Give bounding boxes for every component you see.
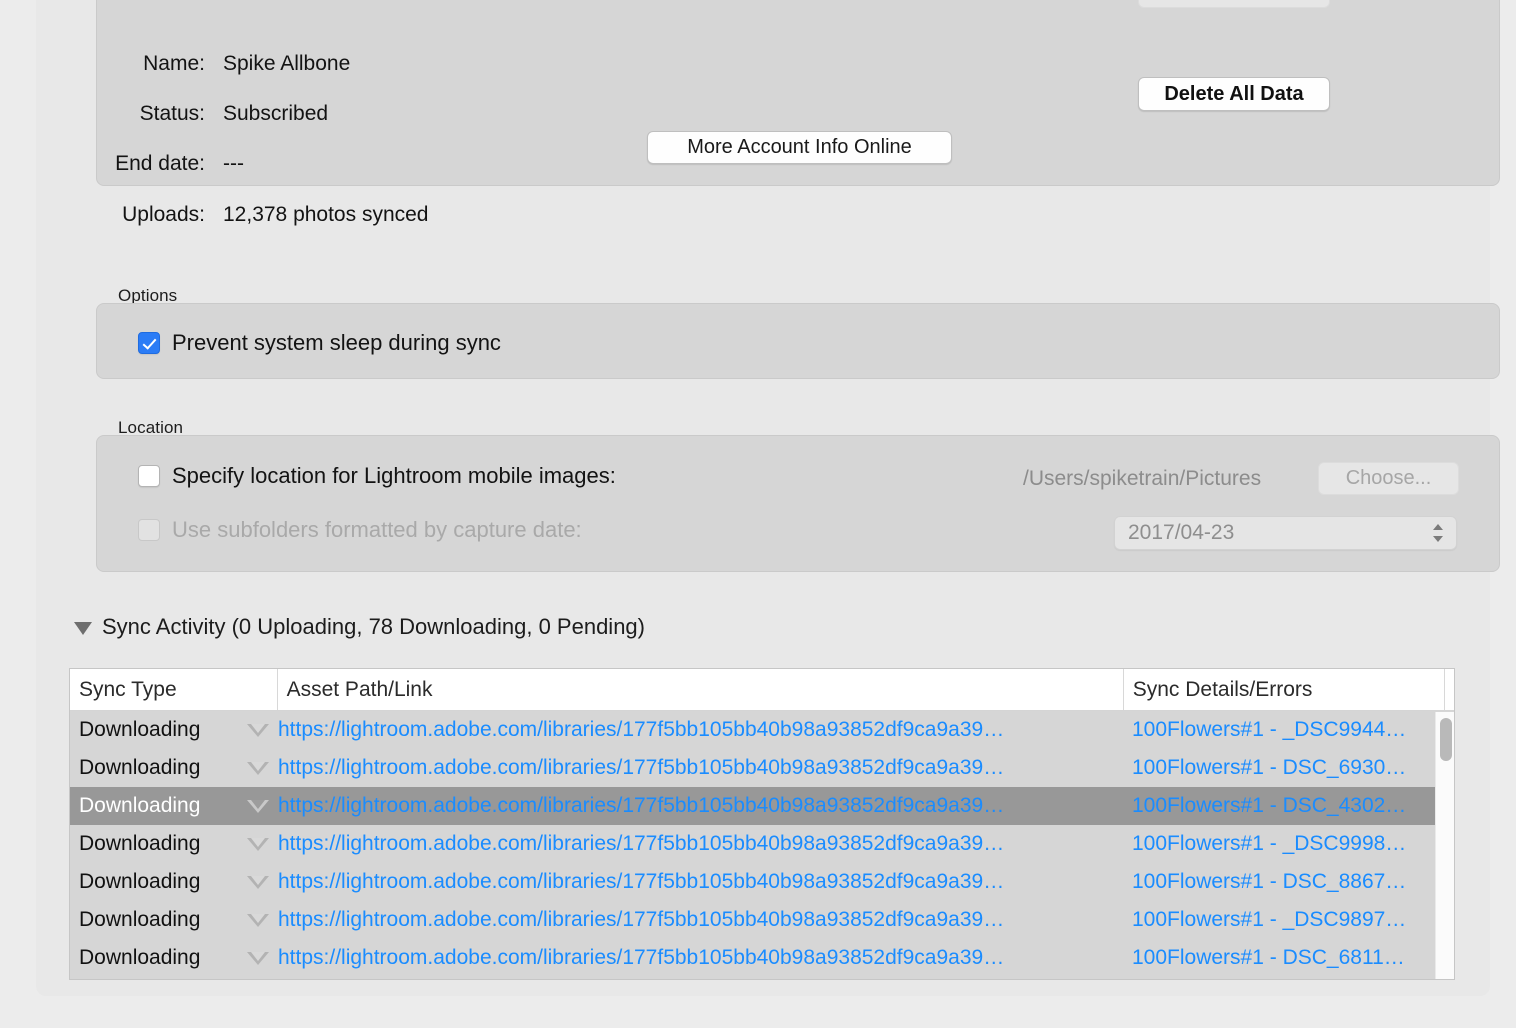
table-row[interactable]: Downloading https://lightroom.adobe.com/l… [70,863,1454,901]
cell-download-indicator [238,825,278,863]
download-triangle-icon [247,913,269,927]
disclosure-triangle-icon[interactable] [74,622,92,635]
cell-asset-link[interactable]: https://lightroom.adobe.com/libraries/17… [278,901,1126,939]
cell-sync-type: Downloading [79,756,201,779]
table-row[interactable]: Downloading https://lightroom.adobe.com/l… [70,787,1454,825]
table-row[interactable]: Downloading https://lightroom.adobe.com/l… [70,711,1454,749]
prevent-sleep-checkbox[interactable] [138,332,160,354]
status-label: Status: [139,102,205,125]
cell-download-indicator [238,787,278,825]
cell-download-indicator [238,749,278,787]
preferences-panel: Name: Spike Allbone Status: Subscribed E… [36,0,1500,996]
sync-activity-label: Sync Activity (0 Uploading, 78 Downloadi… [102,614,645,639]
cell-sync-details[interactable]: 100Flowers#1 - DSC_8867… [1126,863,1448,901]
preferences-window: Name: Spike Allbone Status: Subscribed E… [0,0,1516,1028]
cell-asset-link[interactable]: https://lightroom.adobe.com/libraries/17… [278,825,1126,863]
download-triangle-icon [247,799,269,813]
cell-sync-details[interactable]: 100Flowers#1 - _DSC9998… [1126,825,1448,863]
table-scrollbar-thumb[interactable] [1440,718,1452,761]
cell-download-indicator [238,711,278,749]
table-row[interactable]: Downloading https://lightroom.adobe.com/l… [70,901,1454,939]
column-header-end[interactable] [1445,669,1454,710]
download-triangle-icon [247,875,269,889]
stepper-arrows-icon[interactable] [1431,522,1445,544]
field-row-status: Status: Subscribed [97,101,328,127]
cell-download-indicator [238,939,278,977]
column-header-asset-path[interactable]: Asset Path/Link [278,669,1124,710]
cell-sync-type: Downloading [79,946,201,969]
end-date-label: End date: [115,152,205,175]
use-subfolders-checkbox[interactable] [138,519,160,541]
end-date-value: --- [223,152,244,175]
table-row[interactable]: Downloading https://lightroom.adobe.com/l… [70,939,1454,977]
cell-sync-type: Downloading [79,832,201,855]
cell-sync-details[interactable]: 100Flowers#1 - DSC_4302… [1126,787,1448,825]
date-format-select[interactable]: 2017/04-23 [1114,516,1457,550]
date-format-value: 2017/04-23 [1128,521,1235,544]
cell-sync-details[interactable]: 100Flowers#1 - DSC_6811… [1126,939,1448,977]
cell-asset-link[interactable]: https://lightroom.adobe.com/libraries/17… [278,863,1126,901]
field-row-name: Name: Spike Allbone [97,51,350,77]
options-group: Prevent system sleep during sync [96,303,1500,379]
download-triangle-icon [247,837,269,851]
join-button[interactable]: Join [1138,0,1330,8]
cell-sync-type: Downloading [79,718,201,741]
specify-location-checkbox[interactable] [138,465,160,487]
sync-activity-disclosure[interactable]: Sync Activity (0 Uploading, 78 Downloadi… [74,614,645,640]
name-value: Spike Allbone [223,52,351,75]
table-body: Downloading https://lightroom.adobe.com/l… [70,711,1454,977]
use-subfolders-label: Use subfolders formatted by capture date… [172,517,582,542]
cell-sync-details[interactable]: 100Flowers#1 - DSC_6930… [1126,749,1448,787]
download-triangle-icon [247,723,269,737]
column-header-spacer[interactable] [238,669,278,710]
location-group: Specify location for Lightroom mobile im… [96,435,1500,572]
cell-asset-link[interactable]: https://lightroom.adobe.com/libraries/17… [278,749,1126,787]
cell-asset-link[interactable]: https://lightroom.adobe.com/libraries/17… [278,939,1126,977]
table-header-row: Sync Type Asset Path/Link Sync Details/E… [70,669,1454,711]
prevent-sleep-row[interactable]: Prevent system sleep during sync [138,330,501,356]
location-path-value: /Users/spiketrain/Pictures [1023,467,1262,490]
choose-button[interactable]: Choose... [1318,462,1459,495]
field-row-end-date: End date: --- [97,151,244,177]
name-label: Name: [143,52,205,75]
cell-download-indicator [238,863,278,901]
table-row[interactable]: Downloading https://lightroom.adobe.com/l… [70,825,1454,863]
delete-all-data-button[interactable]: Delete All Data [1138,77,1330,111]
use-subfolders-row[interactable]: Use subfolders formatted by capture date… [138,517,582,543]
table-row[interactable]: Downloading https://lightroom.adobe.com/l… [70,749,1454,787]
cell-sync-details[interactable]: 100Flowers#1 - _DSC9897… [1126,901,1448,939]
cell-download-indicator [238,901,278,939]
column-header-sync-type[interactable]: Sync Type [70,669,238,710]
download-triangle-icon [247,951,269,965]
table-scrollbar[interactable] [1435,712,1454,979]
status-value: Subscribed [223,102,329,125]
cell-sync-type: Downloading [79,794,201,817]
cell-sync-details[interactable]: 100Flowers#1 - _DSC9944… [1126,711,1448,749]
account-group: Name: Spike Allbone Status: Subscribed E… [96,0,1500,226]
specify-location-row[interactable]: Specify location for Lightroom mobile im… [138,463,616,489]
cell-sync-type: Downloading [79,870,201,893]
cell-asset-link[interactable]: https://lightroom.adobe.com/libraries/17… [278,787,1126,825]
uploads-label: Uploads: [122,203,205,226]
prevent-sleep-label: Prevent system sleep during sync [172,330,501,355]
cell-sync-type: Downloading [79,908,201,931]
specify-location-label: Specify location for Lightroom mobile im… [172,463,616,488]
cell-asset-link[interactable]: https://lightroom.adobe.com/libraries/17… [278,711,1126,749]
more-account-info-online-button[interactable]: More Account Info Online [647,131,952,164]
sync-activity-table[interactable]: Sync Type Asset Path/Link Sync Details/E… [69,668,1455,980]
column-header-sync-details[interactable]: Sync Details/Errors [1124,669,1445,710]
uploads-value: 12,378 photos synced [223,203,429,226]
download-triangle-icon [247,761,269,775]
field-row-uploads: Uploads: 12,378 photos synced [97,202,429,228]
